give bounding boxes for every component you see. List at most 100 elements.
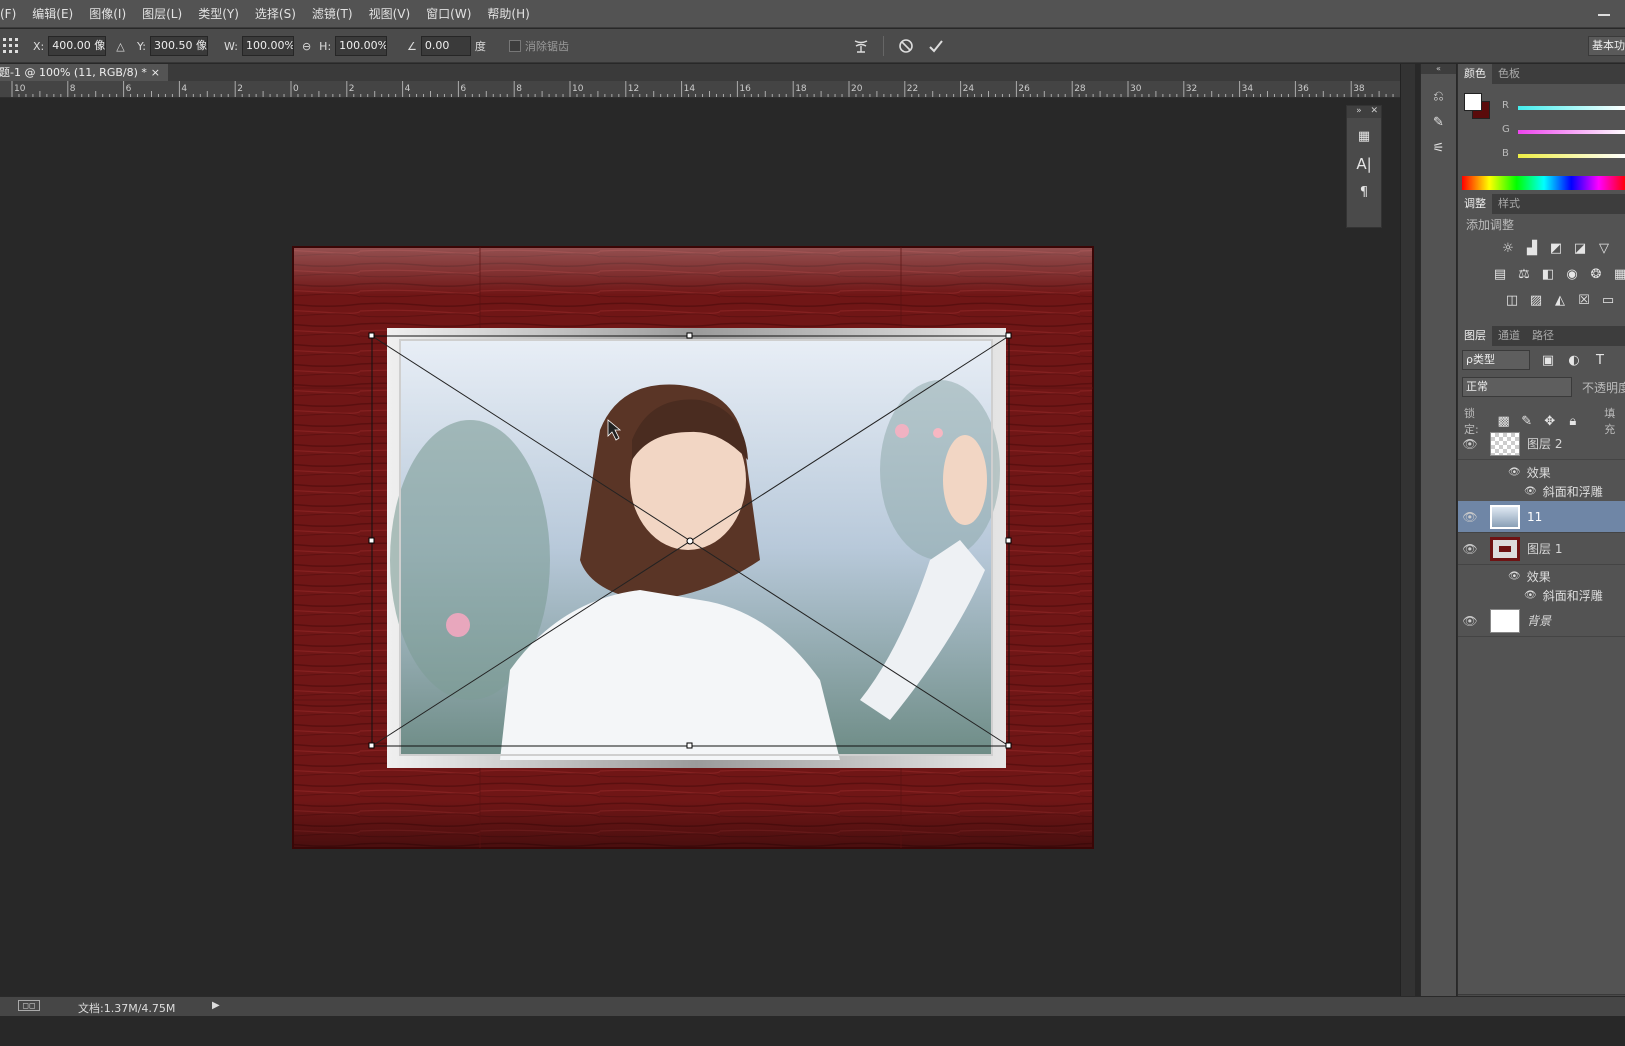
- tab-adjustments[interactable]: 调整: [1458, 194, 1492, 214]
- color-balance-icon[interactable]: ⚖: [1516, 266, 1532, 282]
- width-input[interactable]: 100.00%: [241, 36, 294, 56]
- layer-effects-row[interactable]: 👁︎ 效果: [1458, 567, 1625, 586]
- x-position-input[interactable]: 400.00 像: [48, 36, 107, 56]
- photo-layer: [390, 340, 1000, 760]
- selective-color-icon[interactable]: ☒: [1576, 292, 1592, 308]
- gradient-map-icon[interactable]: ▭: [1600, 292, 1616, 308]
- tab-styles[interactable]: 样式: [1492, 194, 1526, 214]
- tab-channels[interactable]: 通道: [1492, 326, 1526, 346]
- layer-row-background[interactable]: 👁︎ 背景: [1458, 605, 1625, 637]
- workspace-switcher[interactable]: 基本功: [1588, 36, 1625, 56]
- adjust-panel-tabs: 调整 样式: [1458, 194, 1625, 214]
- character-panel-icon[interactable]: A|: [1356, 155, 1372, 173]
- brush-preset-icon[interactable]: ✎: [1431, 114, 1447, 130]
- filter-pixel-icon[interactable]: ▣: [1540, 352, 1556, 368]
- filter-adjust-icon[interactable]: ◐: [1566, 352, 1582, 368]
- r-slider[interactable]: [1518, 106, 1625, 110]
- layer-effects-row[interactable]: 👁︎ 效果: [1458, 463, 1625, 482]
- layer-name[interactable]: 图层 2: [1527, 435, 1562, 452]
- paragraph-panel-icon[interactable]: ¶: [1356, 184, 1372, 200]
- menu-window[interactable]: 窗口(W): [418, 5, 479, 22]
- tab-swatches[interactable]: 色板: [1492, 64, 1526, 84]
- menu-edit[interactable]: 编辑(E): [24, 5, 81, 22]
- menu-layer[interactable]: 图层(L): [134, 5, 190, 22]
- menu-filter[interactable]: 滤镜(T): [304, 5, 361, 22]
- color-spectrum-bar[interactable]: [1462, 176, 1625, 190]
- minimize-window-button[interactable]: [1595, 6, 1613, 16]
- effect-eye-icon[interactable]: 👁︎: [1524, 590, 1537, 601]
- layer-name[interactable]: 11: [1527, 510, 1542, 524]
- menu-type[interactable]: 类型(Y): [190, 5, 247, 22]
- lock-position-icon[interactable]: ✥: [1542, 413, 1557, 429]
- zoom-icon[interactable]: ◻︎◻︎: [18, 1000, 40, 1011]
- effect-eye-icon[interactable]: 👁︎: [1508, 571, 1521, 582]
- lock-pixels-icon[interactable]: ✎: [1519, 413, 1534, 429]
- lock-all-icon[interactable]: 🔒︎: [1565, 413, 1580, 429]
- status-menu-arrow-icon[interactable]: ▶: [212, 1000, 220, 1011]
- brightness-icon[interactable]: ☼: [1500, 240, 1516, 256]
- commit-transform-icon[interactable]: [928, 38, 944, 54]
- menu-help[interactable]: 帮助(H): [479, 5, 537, 22]
- reference-point-icon[interactable]: [2, 29, 20, 63]
- layer-filter-kind[interactable]: ρ类型: [1462, 350, 1530, 370]
- visibility-eye-icon[interactable]: 👁︎: [1458, 614, 1482, 628]
- menu-file[interactable]: (F): [0, 7, 24, 21]
- blend-mode-select[interactable]: 正常: [1462, 377, 1572, 397]
- vibrance-icon[interactable]: ▽: [1596, 240, 1612, 256]
- layer-row-11[interactable]: 👁︎ 11: [1458, 501, 1625, 533]
- close-document-icon[interactable]: ×: [151, 64, 160, 81]
- delta-icon[interactable]: △: [116, 40, 124, 53]
- link-icon[interactable]: ⊖: [302, 40, 311, 53]
- antialias-checkbox[interactable]: [509, 40, 521, 52]
- levels-icon[interactable]: ▟: [1524, 240, 1540, 256]
- rotation-input[interactable]: 0.00: [420, 36, 471, 56]
- curves-icon[interactable]: ◩: [1548, 240, 1564, 256]
- menu-view[interactable]: 视图(V): [361, 5, 419, 22]
- threshold-icon[interactable]: ◭: [1552, 292, 1568, 308]
- menu-image[interactable]: 图像(I): [81, 5, 134, 22]
- tab-color[interactable]: 颜色: [1458, 64, 1492, 84]
- effect-eye-icon[interactable]: 👁︎: [1524, 486, 1537, 497]
- panel-close-icon[interactable]: ✕: [1370, 106, 1378, 116]
- posterize-icon[interactable]: ▨: [1528, 292, 1544, 308]
- layer-row-layer1[interactable]: 👁︎ 图层 1: [1458, 533, 1625, 565]
- channel-mixer-icon[interactable]: ❂: [1588, 266, 1604, 282]
- black-white-icon[interactable]: ◧: [1540, 266, 1556, 282]
- color-lookup-icon[interactable]: ▦: [1612, 266, 1625, 282]
- tool-preset-icon[interactable]: ⚟: [1431, 140, 1447, 156]
- layer-name[interactable]: 背景: [1527, 612, 1551, 629]
- foreground-color-swatch[interactable]: [1464, 93, 1482, 111]
- invert-icon[interactable]: ◫: [1504, 292, 1520, 308]
- cancel-transform-icon[interactable]: [898, 38, 914, 54]
- lock-transparent-icon[interactable]: ▩: [1496, 413, 1511, 429]
- y-position-input[interactable]: 300.50 像: [149, 36, 208, 56]
- vertical-scrollbar[interactable]: [1400, 64, 1415, 996]
- layer-row-layer2[interactable]: 👁︎ 图层 2: [1458, 428, 1625, 460]
- collapse-strip-icon[interactable]: «: [1421, 64, 1456, 74]
- bevel-emboss-row[interactable]: 👁︎ 斜面和浮雕: [1458, 482, 1625, 501]
- layer-thumbnail: [1490, 608, 1520, 633]
- 3d-panel-icon[interactable]: ▦: [1356, 128, 1372, 144]
- photo-filter-icon[interactable]: ◉: [1564, 266, 1580, 282]
- filter-type-icon[interactable]: T: [1592, 352, 1608, 368]
- exposure-icon[interactable]: ◪: [1572, 240, 1588, 256]
- history-icon[interactable]: ⎌: [1431, 88, 1447, 104]
- menu-select[interactable]: 选择(S): [247, 5, 304, 22]
- visibility-eye-icon[interactable]: 👁︎: [1458, 437, 1482, 451]
- document-tab[interactable]: 无题-1 @ 100% (11, RGB/8) * ×: [0, 64, 168, 81]
- hue-saturation-icon[interactable]: ▤: [1492, 266, 1508, 282]
- effect-eye-icon[interactable]: 👁︎: [1508, 467, 1521, 478]
- ruler-label: 26: [1018, 84, 1030, 94]
- warp-mode-icon[interactable]: [853, 38, 869, 54]
- g-slider[interactable]: [1518, 130, 1625, 134]
- tab-layers[interactable]: 图层: [1458, 326, 1492, 346]
- canvas-area: [0, 98, 1400, 996]
- visibility-eye-icon[interactable]: 👁︎: [1458, 542, 1482, 556]
- bevel-emboss-row[interactable]: 👁︎ 斜面和浮雕: [1458, 586, 1625, 605]
- height-input[interactable]: 100.00%: [335, 36, 388, 56]
- visibility-eye-icon[interactable]: 👁︎: [1458, 510, 1482, 524]
- tab-paths[interactable]: 路径: [1526, 326, 1560, 346]
- layer-name[interactable]: 图层 1: [1527, 540, 1562, 557]
- b-slider[interactable]: [1518, 154, 1625, 158]
- panel-expand-icon[interactable]: »: [1356, 106, 1362, 116]
